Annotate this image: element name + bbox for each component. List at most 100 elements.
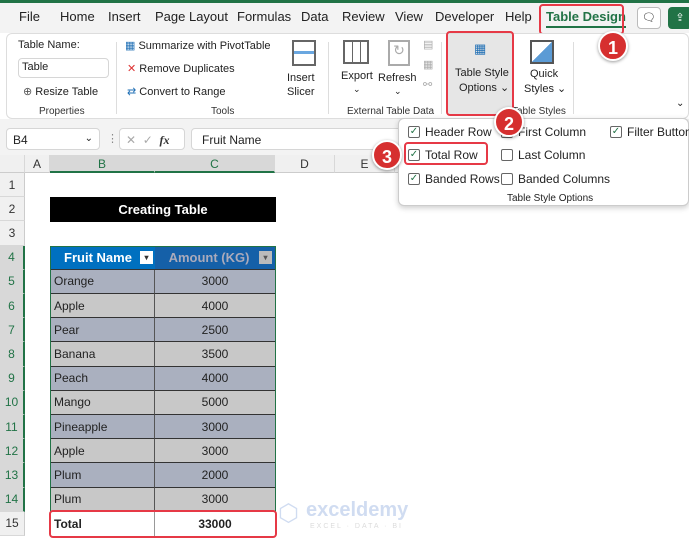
checkbox-checked-icon[interactable]: ✓ (408, 126, 420, 138)
tab-formulas[interactable]: Formulas (237, 9, 291, 24)
checkbox-checked-icon[interactable]: ✓ (408, 173, 420, 185)
sheet-title[interactable]: Creating Table (50, 197, 276, 222)
chevron-down-icon: ⌄ (394, 86, 402, 96)
step-badge-2: 2 (494, 107, 524, 137)
amount-cell[interactable]: 4000 (155, 366, 275, 391)
divider (328, 42, 329, 114)
insert-slicer-button[interactable]: Insert Slicer (287, 38, 321, 116)
fruit-name-cell[interactable]: Pineapple (51, 415, 155, 440)
divider (441, 42, 442, 114)
row-header[interactable]: 14 (0, 487, 25, 512)
remove-duplicates-button[interactable]: ✕ Remove Duplicates (127, 62, 235, 75)
banded-rows-option[interactable]: ✓ Banded Rows (408, 172, 500, 186)
amount-cell[interactable]: 3000 (155, 269, 275, 294)
row-header[interactable]: 4 (0, 245, 25, 270)
filter-dropdown-icon[interactable]: ▾ (259, 251, 272, 265)
select-all-button[interactable] (0, 155, 25, 173)
row-header[interactable]: 8 (0, 342, 25, 367)
column-header-d[interactable]: D (275, 155, 335, 173)
panel-group-label: Table Style Options (507, 193, 594, 204)
row-header[interactable]: 12 (0, 439, 25, 464)
amount-cell[interactable]: 3500 (155, 342, 275, 367)
resize-table-button[interactable]: ⊕ Resize Table (23, 85, 98, 98)
row-header[interactable]: 7 (0, 318, 25, 343)
fruit-name-cell[interactable]: Orange (51, 269, 155, 294)
remove-duplicates-icon: ✕ (127, 63, 140, 75)
checkbox-checked-icon[interactable]: ✓ (610, 126, 622, 138)
amount-cell[interactable]: 5000 (155, 390, 275, 415)
row-header[interactable]: 9 (0, 366, 25, 391)
convert-to-range-button[interactable]: ⇄ Convert to Range (127, 85, 226, 98)
option-label: Banded Columns (518, 172, 611, 186)
enter-icon[interactable]: ✓ (143, 133, 153, 147)
row-header[interactable]: 1 (0, 173, 25, 198)
table-name-input[interactable]: Table (18, 58, 109, 78)
row-header[interactable]: 2 (0, 197, 25, 222)
row-header[interactable]: 11 (0, 415, 25, 440)
checkbox-unchecked-icon[interactable] (501, 149, 513, 161)
fruit-name-cell[interactable]: Pear (51, 318, 155, 343)
name-box[interactable]: B4 ⌄ (6, 128, 100, 150)
unlink-icon[interactable]: ⚯ (423, 78, 432, 91)
quick-styles-button[interactable]: Quick Styles ⌄ (522, 38, 566, 98)
step-badge-1: 1 (598, 31, 628, 61)
column-header-b[interactable]: B (50, 155, 155, 173)
tab-review[interactable]: Review (342, 9, 385, 24)
share-icon[interactable]: ⇪ (668, 7, 689, 29)
summarize-pivottable-button[interactable]: ▦ Summarize with PivotTable (125, 39, 271, 52)
tab-developer[interactable]: Developer (435, 9, 494, 24)
header-amount[interactable]: Amount (KG) ▾ (155, 246, 275, 271)
insert-function-icon[interactable]: fx (159, 133, 169, 147)
header-fruit-name[interactable]: Fruit Name ▾ (51, 246, 155, 271)
amount-cell[interactable]: 3000 (155, 439, 275, 464)
amount-cell[interactable]: 4000 (155, 294, 275, 319)
tab-help[interactable]: Help (505, 9, 532, 24)
amount-cell[interactable]: 2000 (155, 463, 275, 488)
fruit-name-cell[interactable]: Apple (51, 439, 155, 464)
row-header[interactable]: 3 (0, 221, 25, 246)
banded-columns-option[interactable]: Banded Columns (501, 172, 610, 186)
remove-duplicates-label: Remove Duplicates (139, 63, 235, 75)
tab-page-layout[interactable]: Page Layout (155, 9, 228, 24)
amount-cell[interactable]: 3000 (155, 415, 275, 440)
last-column-option[interactable]: Last Column (501, 148, 585, 162)
refresh-button[interactable]: ↻ Refresh ⌄ (378, 38, 418, 98)
watermark-name: exceldemy (306, 499, 409, 521)
fruit-name-cell[interactable]: Banana (51, 342, 155, 367)
fruit-name-cell[interactable]: Plum (51, 463, 155, 488)
tab-view[interactable]: View (395, 9, 423, 24)
row-header[interactable]: 6 (0, 294, 25, 319)
resize-icon: ⊕ (23, 86, 36, 98)
fruit-name-cell[interactable]: Apple (51, 294, 155, 319)
collapse-ribbon-icon[interactable]: ⌄ (676, 98, 684, 109)
fruit-name-cell[interactable]: Mango (51, 390, 155, 415)
filter-dropdown-icon[interactable]: ▾ (140, 251, 153, 265)
row-header[interactable]: 15 (0, 511, 25, 536)
checkbox-unchecked-icon[interactable] (501, 173, 513, 185)
fruit-name-cell[interactable]: Peach (51, 366, 155, 391)
properties-icon[interactable]: ▤ (423, 38, 433, 51)
resize-table-label: Resize Table (35, 86, 99, 98)
cancel-icon[interactable]: ✕ (126, 133, 136, 147)
row-header[interactable]: 13 (0, 463, 25, 488)
amount-cell[interactable]: 3000 (155, 487, 275, 512)
column-header-c[interactable]: C (155, 155, 275, 173)
row-header[interactable]: 10 (0, 390, 25, 415)
tab-file[interactable]: File (19, 9, 40, 24)
ribbon: Table Name: Table ⊕ Resize Table Propert… (6, 33, 689, 119)
tab-insert[interactable]: Insert (108, 9, 141, 24)
row-header[interactable]: 5 (0, 269, 25, 294)
fruit-name-cell[interactable]: Plum (51, 487, 155, 512)
watermark: ⬡ exceldemy EXCEL · DATA · BI (278, 499, 408, 530)
comments-icon[interactable]: 🗨 (637, 7, 661, 29)
open-in-browser-icon[interactable]: ▦ (423, 58, 433, 71)
tab-data[interactable]: Data (301, 9, 328, 24)
header-row-option[interactable]: ✓ Header Row (408, 125, 492, 139)
quick-styles-label-2: Styles ⌄ (524, 83, 567, 95)
header-label: Amount (KG) (168, 250, 250, 266)
amount-cell[interactable]: 2500 (155, 318, 275, 343)
filter-button-option[interactable]: ✓ Filter Button (610, 125, 689, 139)
column-header-a[interactable]: A (25, 155, 50, 173)
tab-home[interactable]: Home (60, 9, 95, 24)
export-button[interactable]: Export ⌄ (339, 38, 375, 98)
